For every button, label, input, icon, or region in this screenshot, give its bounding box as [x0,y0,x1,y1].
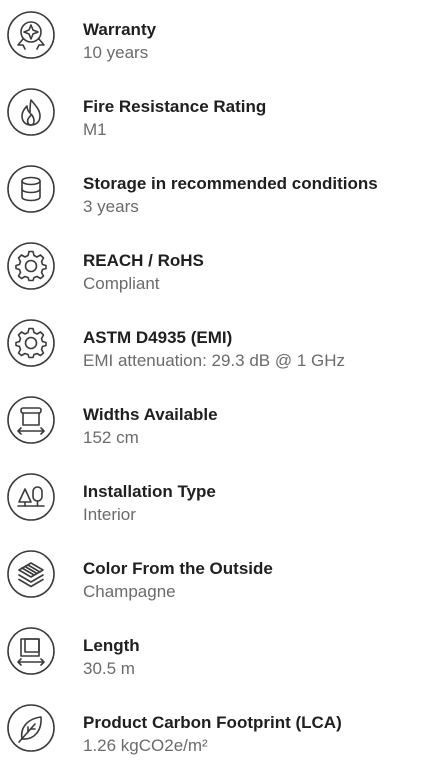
spec-item-widths: Widths Available 152 cm [0,395,446,451]
spec-title: Installation Type [83,482,216,501]
spec-title: Fire Resistance Rating [83,97,267,116]
spec-item-carbon-footprint: Product Carbon Footprint (LCA) 1.26 kgCO… [0,703,446,759]
spec-item-astm-emi: ASTM D4935 (EMI) EMI attenuation: 29.3 d… [0,318,446,374]
database-icon [6,164,56,214]
spec-value: 3 years [83,197,139,216]
gear-icon [6,318,56,368]
spec-item-reach-rohs: REACH / RoHS Compliant [0,241,446,297]
spec-item-length: Length 30.5 m [0,626,446,682]
spec-title: Color From the Outside [83,559,273,578]
spec-value: Champagne [83,582,176,601]
spec-value: Interior [83,505,136,524]
spec-item-fire-resistance: Fire Resistance Rating M1 [0,87,446,143]
spec-title: Product Carbon Footprint (LCA) [83,713,342,732]
spec-value: 10 years [83,43,149,62]
spec-value: 152 cm [83,428,139,447]
spec-title: REACH / RoHS [83,251,204,270]
roll-width-icon [6,395,56,445]
warranty-badge-icon [6,10,56,60]
spec-title: Storage in recommended conditions [83,174,378,193]
spec-value: 30.5 m [83,659,135,678]
product-spec-list: Warranty 10 years Fire Resistance Rating… [0,0,446,780]
spec-title: Length [83,636,140,655]
spec-title: ASTM D4935 (EMI) [83,328,233,347]
flame-icon [6,87,56,137]
spec-value: EMI attenuation: 29.3 dB @ 1 GHz [83,351,346,370]
leaf-icon [6,703,56,753]
spec-item-storage: Storage in recommended conditions 3 year… [0,164,446,220]
spec-title: Warranty [83,20,157,39]
spec-item-color: Color From the Outside Champagne [0,549,446,605]
tree-interior-icon [6,472,56,522]
spec-value: Compliant [83,274,160,293]
spec-title: Widths Available [83,405,218,424]
spec-item-warranty: Warranty 10 years [0,10,446,66]
gear-icon [6,241,56,291]
spec-item-installation: Installation Type Interior [0,472,446,528]
spec-value: M1 [83,120,107,139]
length-measure-icon [6,626,56,676]
spec-value: 1.26 kgCO2e/m² [83,736,208,755]
layers-icon [6,549,56,599]
